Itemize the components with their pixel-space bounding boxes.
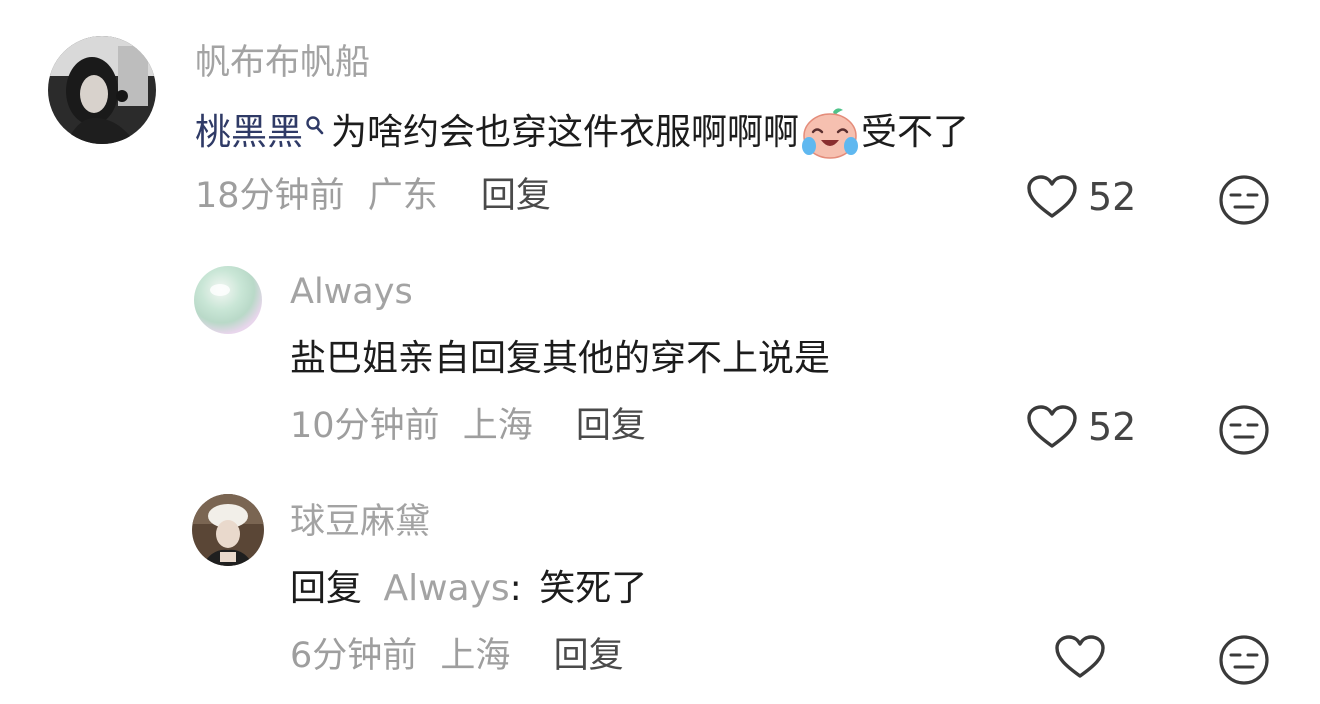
- reply-time: 6分钟前: [290, 636, 418, 676]
- neutral-face-icon: [1218, 404, 1270, 456]
- like-button[interactable]: 52: [1026, 174, 1136, 220]
- neutral-face-icon: [1218, 634, 1270, 686]
- comment-meta: 18分钟前 广东 回复: [195, 172, 551, 220]
- search-icon[interactable]: [305, 115, 325, 137]
- dislike-button[interactable]: [1218, 634, 1270, 686]
- like-button[interactable]: [1054, 634, 1116, 680]
- mention-username[interactable]: 桃黑黑: [195, 108, 303, 158]
- neutral-face-icon: [1218, 174, 1270, 226]
- heart-outline-icon: [1026, 404, 1078, 450]
- reply-meta: 6分钟前 上海 回复: [290, 632, 624, 680]
- like-button[interactable]: 52: [1026, 404, 1136, 450]
- reply-text: 盐巴姐亲自回复其他的穿不上说是: [290, 338, 831, 379]
- reply-button[interactable]: 回复: [576, 406, 646, 446]
- comment-body: 为啥约会也穿这件衣服啊啊啊: [331, 112, 800, 153]
- dislike-button[interactable]: [1218, 404, 1270, 456]
- heart-outline-icon: [1026, 174, 1078, 220]
- reply-text: 回复 Always: 笑死了: [290, 564, 647, 614]
- reply-location: 上海: [440, 636, 511, 676]
- reply-body: 笑死了: [539, 568, 648, 609]
- reply-username[interactable]: Always: [290, 268, 413, 316]
- comment-username[interactable]: 帆布布帆船: [195, 40, 370, 86]
- reply-time: 10分钟前: [290, 406, 440, 446]
- comment-body-suffix: 受不了: [861, 112, 970, 153]
- heart-outline-icon: [1054, 634, 1106, 680]
- reply-button[interactable]: 回复: [554, 636, 624, 676]
- avatar[interactable]: [48, 36, 156, 144]
- crying-laugh-emoji: [801, 106, 859, 160]
- dislike-button[interactable]: [1218, 174, 1270, 226]
- comment-text: 桃黑黑 为啥约会也穿这件衣服啊啊啊 受不了: [195, 106, 969, 160]
- reply-username[interactable]: 球豆麻黛: [290, 498, 430, 546]
- comment-time: 18分钟前: [195, 176, 345, 216]
- comment-location: 广东: [367, 176, 438, 216]
- reply-location: 上海: [462, 406, 533, 446]
- avatar[interactable]: [192, 494, 264, 566]
- reply-button[interactable]: 回复: [481, 176, 551, 216]
- like-count: 52: [1088, 405, 1137, 449]
- avatar[interactable]: [192, 264, 264, 336]
- reply-meta: 10分钟前 上海 回复: [290, 402, 646, 450]
- like-count: 52: [1088, 175, 1137, 219]
- reply-to-username[interactable]: Always: [383, 568, 509, 609]
- reply-colon: :: [509, 568, 522, 609]
- reply-prefix: 回复: [290, 568, 363, 609]
